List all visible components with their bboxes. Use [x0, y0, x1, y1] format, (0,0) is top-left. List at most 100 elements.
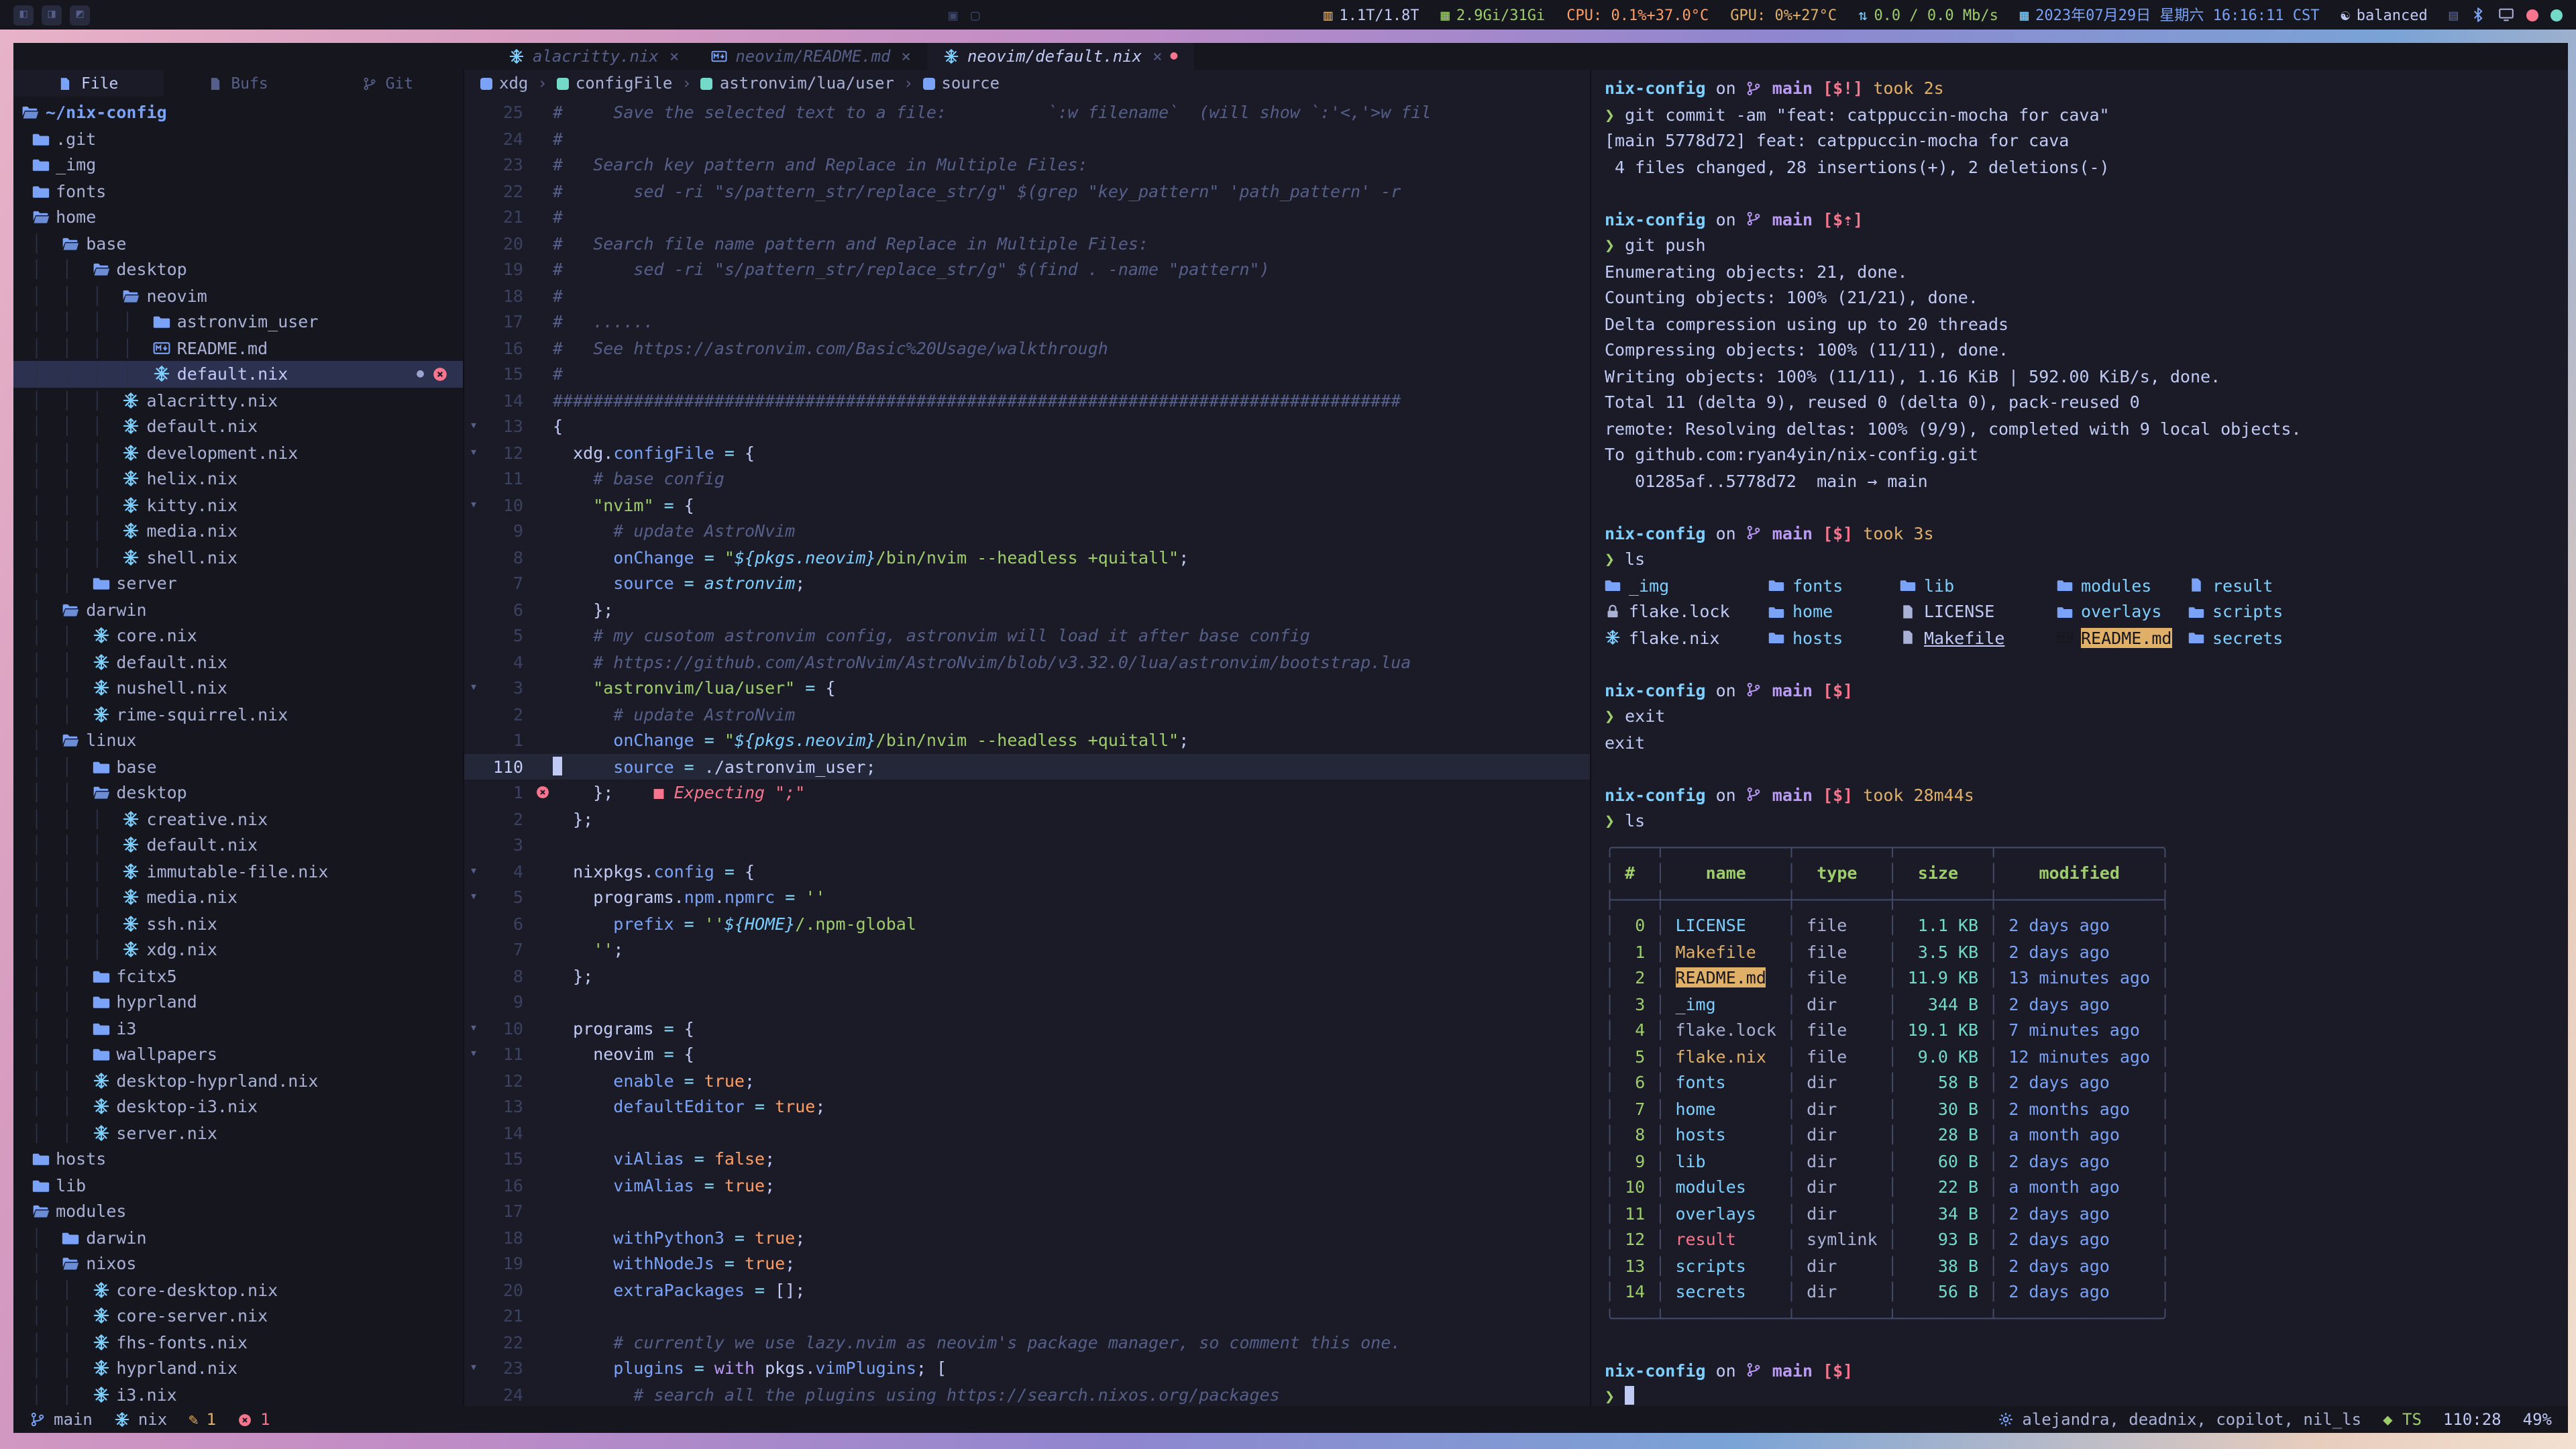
code-area[interactable]: 25# Save the selected text to a file: `:…	[464, 97, 1590, 1406]
tree-item-default.nix[interactable]: │ │ │ │ default.nix●	[13, 361, 463, 387]
tree-item-core-server.nix[interactable]: │ │ core-server.nix	[13, 1303, 463, 1329]
launcher-button[interactable]: ◩	[70, 5, 90, 25]
tree-item-hyprland.nix[interactable]: │ │ hyprland.nix	[13, 1355, 463, 1381]
tree-item-home[interactable]: home	[13, 204, 463, 230]
close-icon[interactable]: ×	[1152, 47, 1162, 66]
editor-line[interactable]: 5 # my cusotom astronvim config, astronv…	[464, 623, 1590, 649]
tree-item-darwin[interactable]: │ darwin	[13, 1224, 463, 1250]
editor-line[interactable]: 16# See https://astronvim.com/Basic%20Us…	[464, 335, 1590, 361]
editor-line[interactable]: 9 # update AstroNvim	[464, 518, 1590, 544]
editor-line[interactable]: ▾23 plugins = with pkgs.vimPlugins; [	[464, 1355, 1590, 1381]
tree-item-desktop[interactable]: │ │ desktop	[13, 256, 463, 282]
status-icon[interactable]	[2551, 9, 2563, 21]
tree-item-fcitx5[interactable]: │ │ fcitx5	[13, 963, 463, 989]
tree-item-fhs-fonts.nix[interactable]: │ │ fhs-fonts.nix	[13, 1329, 463, 1355]
breadcrumb-item[interactable]: astronvim/lua/user	[701, 74, 894, 93]
tree-item-desktop[interactable]: │ │ desktop	[13, 780, 463, 806]
editor-line[interactable]: 13 defaultEditor = true;	[464, 1093, 1590, 1120]
tree-item-.git[interactable]: .git	[13, 125, 463, 152]
tree-item-development.nix[interactable]: │ │ │ development.nix	[13, 439, 463, 466]
editor-line[interactable]: 2 # update AstroNvim	[464, 701, 1590, 727]
editor-line[interactable]: 20# Search file name pattern and Replace…	[464, 230, 1590, 256]
tree-tab-git[interactable]: Git	[313, 70, 463, 97]
tree-item-media.nix[interactable]: │ │ │ media.nix	[13, 518, 463, 544]
display-icon[interactable]	[2498, 7, 2514, 23]
editor-line[interactable]: 9	[464, 989, 1590, 1015]
editor-line[interactable]: 21#	[464, 204, 1590, 230]
editor-line[interactable]: 8 onChange = "${pkgs.neovim}/bin/nvim --…	[464, 544, 1590, 570]
tree-item-kitty.nix[interactable]: │ │ │ kitty.nix	[13, 492, 463, 518]
tree-item-linux[interactable]: │ linux	[13, 727, 463, 753]
tree-item-shell.nix[interactable]: │ │ │ shell.nix	[13, 544, 463, 570]
editor-line[interactable]: 3	[464, 832, 1590, 858]
editor-line[interactable]: 20 extraPackages = [];	[464, 1277, 1590, 1303]
editor-line[interactable]: 17# ......	[464, 309, 1590, 335]
tree-item-default.nix[interactable]: │ │ │ default.nix	[13, 832, 463, 858]
breadcrumb-item[interactable]: configFile	[557, 74, 673, 93]
tree-item-core-desktop.nix[interactable]: │ │ core-desktop.nix	[13, 1277, 463, 1303]
editor-line[interactable]: ▾3 "astronvim/lua/user" = {	[464, 675, 1590, 701]
editor-line[interactable]: 7 source = astronvim;	[464, 570, 1590, 596]
editor-line[interactable]: 22 # currently we use lazy.nvim as neovi…	[464, 1329, 1590, 1355]
tree-item-astronvim_user[interactable]: │ │ │ │ astronvim_user	[13, 309, 463, 335]
editor-line[interactable]: 6 prefix = ''${HOME}/.npm-global	[464, 910, 1590, 936]
tree-item-alacritty.nix[interactable]: │ │ │ alacritty.nix	[13, 387, 463, 413]
tray-icon[interactable]: ▣	[949, 6, 957, 23]
tree-item-helix.nix[interactable]: │ │ │ helix.nix	[13, 466, 463, 492]
editor-line[interactable]: ▾10 "nvim" = {	[464, 492, 1590, 518]
editor-line[interactable]: 4 # https://github.com/AstroNvim/AstroNv…	[464, 649, 1590, 675]
keyboard-layout-icon[interactable]: ▤	[2449, 6, 2458, 23]
editor-line[interactable]: 14######################################…	[464, 387, 1590, 413]
tree-item-darwin[interactable]: │ darwin	[13, 596, 463, 623]
tree-item-hosts[interactable]: hosts	[13, 1146, 463, 1172]
tree-item-server.nix[interactable]: │ │ server.nix	[13, 1120, 463, 1146]
tree-item-fonts[interactable]: fonts	[13, 178, 463, 204]
tab-neovim/default.nix[interactable]: neovim/default.nix×●	[927, 43, 1193, 70]
tree-item-base[interactable]: │ base	[13, 230, 463, 256]
editor-line[interactable]: 18 withPython3 = true;	[464, 1224, 1590, 1250]
tree-item-hyprland[interactable]: │ │ hyprland	[13, 989, 463, 1015]
tree-item-creative.nix[interactable]: │ │ │ creative.nix	[13, 806, 463, 832]
tree-item-default.nix[interactable]: │ │ default.nix	[13, 649, 463, 675]
tree-item-modules[interactable]: modules	[13, 1198, 463, 1224]
editor-line[interactable]: 15#	[464, 361, 1590, 387]
editor-line[interactable]: 23# Search key pattern and Replace in Mu…	[464, 152, 1590, 178]
editor-line[interactable]: 18#	[464, 282, 1590, 309]
editor-line[interactable]: 16 vimAlias = true;	[464, 1172, 1590, 1198]
tree-item-README.md[interactable]: │ │ │ │ README.md	[13, 335, 463, 361]
editor-line[interactable]: 7 '';	[464, 936, 1590, 963]
editor-line[interactable]: 24 # search all the plugins using https:…	[464, 1381, 1590, 1406]
editor-line[interactable]: 2 };	[464, 806, 1590, 832]
terminal-pane[interactable]: nix-config on main [$!] took 2s❯ git com…	[1590, 70, 2568, 1406]
editor-line[interactable]: ▾5 programs.npm.npmrc = ''	[464, 884, 1590, 910]
editor-line[interactable]: ▾4 nixpkgs.config = {	[464, 858, 1590, 884]
tree-item-core.nix[interactable]: │ │ core.nix	[13, 623, 463, 649]
tree-item-_img[interactable]: _img	[13, 152, 463, 178]
editor-line[interactable]: 24#	[464, 125, 1590, 152]
editor-line[interactable]: ▾11 neovim = {	[464, 1041, 1590, 1067]
bluetooth-icon[interactable]	[2470, 7, 2486, 23]
close-icon[interactable]: ×	[902, 47, 911, 66]
diagnostic-error[interactable]: 1	[237, 1410, 270, 1429]
editor-line[interactable]: 17	[464, 1198, 1590, 1224]
tray-icon[interactable]: ▢	[971, 6, 979, 23]
file-tree[interactable]: ~/nix-config .git _img fonts home │ base…	[13, 97, 463, 1406]
editor-line[interactable]: 110 source = ./astronvim_user;	[464, 753, 1590, 780]
tree-item-rime-squirrel.nix[interactable]: │ │ rime-squirrel.nix	[13, 701, 463, 727]
tree-item-default.nix[interactable]: │ │ │ default.nix	[13, 413, 463, 439]
tree-item-desktop-hyprland.nix[interactable]: │ │ desktop-hyprland.nix	[13, 1067, 463, 1093]
editor-line[interactable]: 15 viAlias = false;	[464, 1146, 1590, 1172]
launcher-button[interactable]: ◨	[42, 5, 62, 25]
editor-line[interactable]: 6 };	[464, 596, 1590, 623]
recorder-icon[interactable]	[2526, 9, 2538, 21]
editor-line[interactable]: 1 }; ■ Expecting ";"	[464, 780, 1590, 806]
editor-line[interactable]: 25# Save the selected text to a file: `:…	[464, 99, 1590, 125]
tree-item-server[interactable]: │ │ server	[13, 570, 463, 596]
launcher-button[interactable]: ◧	[13, 5, 34, 25]
tree-item-~/nix-config[interactable]: ~/nix-config	[13, 99, 463, 125]
editor-line[interactable]: 8 };	[464, 963, 1590, 989]
tab-neovim/README.md[interactable]: neovim/README.md×	[695, 43, 927, 70]
tree-tab-bufs[interactable]: Bufs	[163, 70, 313, 97]
tree-item-nushell.nix[interactable]: │ │ nushell.nix	[13, 675, 463, 701]
tree-item-base[interactable]: │ │ base	[13, 753, 463, 780]
